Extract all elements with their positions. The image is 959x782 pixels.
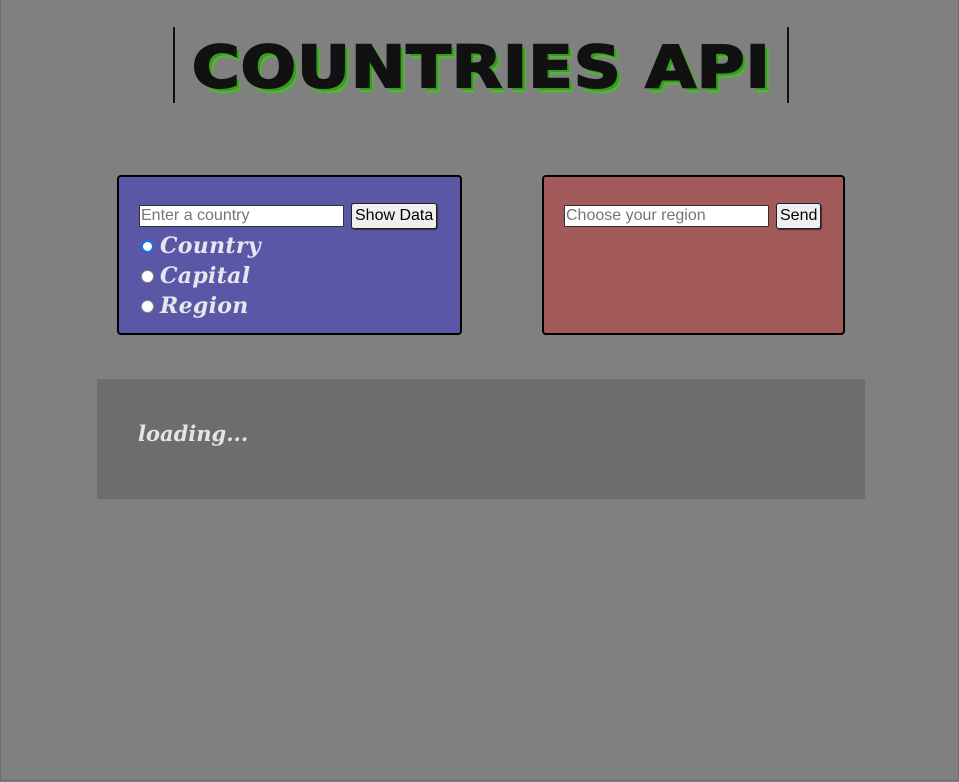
results-panel: loading...: [97, 379, 865, 499]
loading-status: loading...: [138, 421, 249, 446]
region-radio-label[interactable]: Region: [160, 293, 249, 319]
radio-option-country[interactable]: Country: [139, 231, 261, 261]
page-title: COUNTRIES API: [190, 33, 771, 101]
radio-option-capital[interactable]: Capital: [139, 261, 261, 291]
capital-radio-label[interactable]: Capital: [160, 263, 250, 289]
capital-radio[interactable]: [141, 269, 154, 283]
radio-option-region[interactable]: Region: [139, 291, 261, 321]
region-radio[interactable]: [141, 299, 154, 313]
country-radio[interactable]: [141, 239, 154, 253]
show-data-button[interactable]: Show Data: [351, 203, 438, 229]
header: COUNTRIES API: [173, 27, 789, 103]
country-search-input[interactable]: [139, 205, 344, 227]
country-search-row: Show Data: [139, 203, 438, 229]
region-search-row: Send: [564, 203, 822, 229]
country-search-card: Show Data Country Capital Region: [117, 175, 462, 335]
send-button[interactable]: Send: [776, 203, 822, 229]
search-type-radio-group: Country Capital Region: [139, 231, 261, 321]
country-radio-label[interactable]: Country: [160, 233, 261, 259]
region-search-card: Send: [542, 175, 845, 335]
region-search-input[interactable]: [564, 205, 769, 227]
